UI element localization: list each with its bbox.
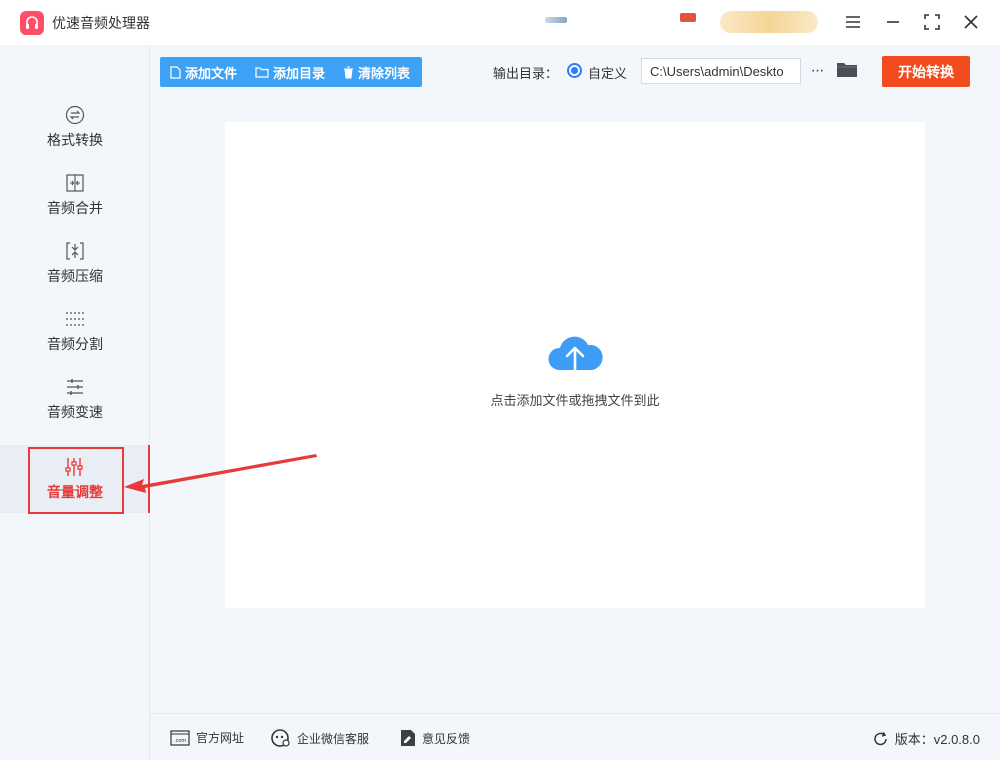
feedback-icon bbox=[401, 730, 415, 746]
app-logo-icon bbox=[20, 11, 44, 35]
vip-badge[interactable] bbox=[720, 11, 818, 33]
title-widget-icon[interactable] bbox=[545, 17, 567, 23]
website-icon: .com bbox=[170, 729, 190, 746]
clear-list-button[interactable]: 清除列表 bbox=[333, 57, 418, 87]
title-bar: 优速音频处理器 bbox=[0, 0, 1000, 45]
maximize-icon[interactable] bbox=[920, 10, 944, 34]
svg-text:.com: .com bbox=[174, 738, 186, 744]
footer: .com 官方网址 企业微信客服 意见反馈 版本：v2.0.8.0 bbox=[150, 713, 1000, 760]
folder-outline-icon bbox=[255, 67, 269, 78]
audio-merge-icon bbox=[64, 172, 86, 194]
minimize-icon[interactable] bbox=[881, 10, 905, 34]
browse-more-button[interactable]: ··· bbox=[806, 60, 828, 82]
menu-icon[interactable] bbox=[841, 10, 865, 34]
file-drop-area[interactable]: 点击添加文件或拖拽文件到此 bbox=[225, 122, 925, 608]
sidebar-item-label: 格式转换 bbox=[47, 132, 103, 148]
sidebar-item-audio-merge[interactable]: 音频合并 bbox=[0, 161, 150, 229]
audio-compress-icon bbox=[64, 240, 86, 262]
website-label: 官方网址 bbox=[196, 731, 245, 745]
file-toolbar: 添加文件 添加目录 清除列表 bbox=[160, 57, 422, 87]
annotation-highlight-box bbox=[28, 447, 124, 514]
active-indicator bbox=[148, 445, 150, 513]
output-path-input[interactable] bbox=[641, 58, 801, 84]
sidebar: 格式转换 音频合并 音频压缩 音频分割 音频变速 音量调整 bbox=[0, 45, 150, 760]
cloud-upload-icon bbox=[545, 332, 605, 382]
drop-hint-text: 点击添加文件或拖拽文件到此 bbox=[490, 393, 660, 408]
audio-speed-icon bbox=[64, 376, 86, 398]
add-directory-button[interactable]: 添加目录 bbox=[245, 57, 333, 87]
start-convert-button[interactable]: 开始转换 bbox=[882, 56, 970, 87]
add-file-button[interactable]: 添加文件 bbox=[160, 57, 245, 87]
refresh-icon[interactable] bbox=[873, 731, 889, 747]
sidebar-item-audio-split[interactable]: 音频分割 bbox=[0, 297, 150, 365]
clear-list-label: 清除列表 bbox=[358, 65, 411, 81]
app-title: 优速音频处理器 bbox=[52, 15, 150, 31]
feedback-label: 意见反馈 bbox=[422, 731, 471, 746]
file-icon bbox=[170, 65, 181, 79]
version-label: 版本：v2.0.8.0 bbox=[894, 732, 980, 747]
output-dir-label: 输出目录： bbox=[493, 66, 559, 81]
close-icon[interactable] bbox=[959, 10, 983, 34]
feedback-link[interactable]: 意见反馈 bbox=[400, 729, 470, 747]
sidebar-item-label: 音频合并 bbox=[47, 200, 103, 216]
add-file-label: 添加文件 bbox=[185, 65, 238, 81]
add-directory-label: 添加目录 bbox=[273, 65, 326, 81]
trash-icon bbox=[344, 66, 354, 78]
sidebar-item-label: 音频变速 bbox=[47, 404, 103, 420]
official-website-link[interactable]: .com 官方网址 bbox=[170, 729, 244, 746]
sidebar-item-format-convert[interactable]: 格式转换 bbox=[0, 93, 150, 161]
custom-dir-radio[interactable] bbox=[567, 63, 582, 78]
audio-split-icon bbox=[64, 308, 86, 330]
sidebar-item-label: 音频分割 bbox=[47, 336, 103, 352]
sidebar-item-audio-speed[interactable]: 音频变速 bbox=[0, 365, 150, 433]
version-info: 版本：v2.0.8.0 bbox=[873, 729, 980, 748]
wechat-icon bbox=[271, 729, 290, 747]
format-convert-icon bbox=[64, 104, 86, 126]
wechat-label: 企业微信客服 bbox=[297, 731, 370, 746]
title-gift-icon[interactable] bbox=[680, 13, 696, 22]
wechat-support-link[interactable]: 企业微信客服 bbox=[271, 729, 369, 747]
open-folder-icon[interactable] bbox=[836, 60, 860, 82]
custom-dir-radio-label[interactable]: 自定义 bbox=[588, 63, 627, 82]
sidebar-item-label: 音频压缩 bbox=[47, 268, 103, 284]
sidebar-item-audio-compress[interactable]: 音频压缩 bbox=[0, 229, 150, 297]
